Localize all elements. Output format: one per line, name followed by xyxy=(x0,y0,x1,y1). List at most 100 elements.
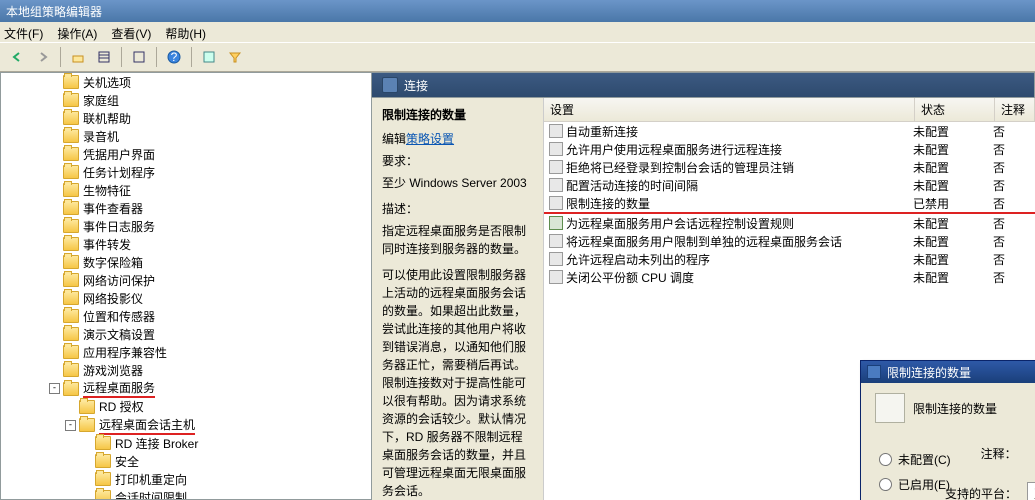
tree-item-label: RD 连接 Broker xyxy=(115,435,198,452)
setting-icon xyxy=(549,124,563,138)
list-item[interactable]: 限制连接的数量已禁用否 xyxy=(544,194,1035,212)
tree-item[interactable]: -远程桌面服务 xyxy=(1,380,371,398)
collapse-icon[interactable]: - xyxy=(49,383,60,394)
setting-icon xyxy=(549,270,563,284)
folder-icon xyxy=(95,472,111,486)
setting-name: 拒绝将已经登录到控制台会话的管理员注销 xyxy=(566,159,913,176)
up-button[interactable] xyxy=(67,46,89,68)
tree-item[interactable]: -远程桌面会话主机 xyxy=(1,416,371,434)
menubar: 文件(F) 操作(A) 查看(V) 帮助(H) xyxy=(0,22,1035,42)
tree-item[interactable]: 打印机重定向 xyxy=(1,470,371,488)
menu-file[interactable]: 文件(F) xyxy=(4,25,43,39)
col-note[interactable]: 注释 xyxy=(995,98,1035,121)
tree-item[interactable]: 联机帮助 xyxy=(1,109,371,127)
setting-status: 未配置 xyxy=(913,159,993,176)
svg-text:?: ? xyxy=(171,50,178,64)
tree-item[interactable]: 位置和传感器 xyxy=(1,307,371,325)
folder-icon xyxy=(63,255,79,269)
list-item[interactable]: 自动重新连接未配置否 xyxy=(544,122,1035,140)
list-header: 设置 状态 注释 xyxy=(544,98,1035,122)
folder-icon xyxy=(95,490,111,500)
tree-item[interactable]: 家庭组 xyxy=(1,91,371,109)
list-item[interactable]: 关闭公平份额 CPU 调度未配置否 xyxy=(544,268,1035,286)
tree-item-label: 打印机重定向 xyxy=(115,471,187,488)
tree-item[interactable]: 网络投影仪 xyxy=(1,289,371,307)
help-button[interactable]: ? xyxy=(163,46,185,68)
list-body: 自动重新连接未配置否允许用户使用远程桌面服务进行远程连接未配置否拒绝将已经登录到… xyxy=(544,122,1035,286)
tree-item-label: 事件日志服务 xyxy=(83,218,155,235)
radio-not-configured[interactable]: 未配置(C) xyxy=(879,451,951,468)
dialog-icon xyxy=(867,365,881,379)
setting-name: 允许用户使用远程桌面服务进行远程连接 xyxy=(566,141,913,158)
folder-icon xyxy=(63,165,79,179)
menu-help[interactable]: 帮助(H) xyxy=(165,25,206,39)
folder-icon xyxy=(63,129,79,143)
setting-note: 否 xyxy=(993,233,1033,250)
props-button[interactable] xyxy=(198,46,220,68)
tree-item[interactable]: 事件转发 xyxy=(1,235,371,253)
tree-item[interactable]: 应用程序兼容性 xyxy=(1,343,371,361)
folder-icon xyxy=(63,147,79,161)
tree-item[interactable]: 事件日志服务 xyxy=(1,217,371,235)
tree-item[interactable]: 安全 xyxy=(1,452,371,470)
folder-icon xyxy=(63,237,79,251)
header-icon xyxy=(382,77,398,93)
edit-policy-link[interactable]: 策略设置 xyxy=(406,132,454,146)
list-item[interactable]: 配置活动连接的时间间隔未配置否 xyxy=(544,176,1035,194)
folder-icon xyxy=(63,363,79,377)
tree-item[interactable]: 生物特征 xyxy=(1,181,371,199)
menu-view[interactable]: 查看(V) xyxy=(111,25,151,39)
tree-item[interactable]: 网络访问保护 xyxy=(1,271,371,289)
col-status[interactable]: 状态 xyxy=(915,98,995,121)
tree-item[interactable]: RD 连接 Broker xyxy=(1,434,371,452)
tree-item-label: 网络投影仪 xyxy=(83,290,143,307)
section-header: 连接 xyxy=(372,72,1035,98)
back-button[interactable] xyxy=(6,46,28,68)
list-item[interactable]: 拒绝将已经登录到控制台会话的管理员注销未配置否 xyxy=(544,158,1035,176)
folder-icon xyxy=(63,327,79,341)
folder-icon xyxy=(63,75,79,89)
tree-item[interactable]: 任务计划程序 xyxy=(1,163,371,181)
setting-name: 限制连接的数量 xyxy=(566,195,913,212)
tree-item[interactable]: 关机选项 xyxy=(1,73,371,91)
setting-icon xyxy=(549,196,563,210)
platform-value: 至少 Windows Server 2003 xyxy=(1027,482,1035,500)
setting-icon xyxy=(549,160,563,174)
tree-item[interactable]: 游戏浏览器 xyxy=(1,361,371,379)
folder-icon xyxy=(63,273,79,287)
folder-icon xyxy=(63,111,79,125)
tree-item[interactable]: 事件查看器 xyxy=(1,199,371,217)
setting-name: 关闭公平份额 CPU 调度 xyxy=(566,269,913,286)
tree-item-label: 联机帮助 xyxy=(83,110,131,127)
list-item[interactable]: 为远程桌面服务用户会话远程控制设置规则未配置否 xyxy=(544,214,1035,232)
folder-icon xyxy=(95,454,111,468)
dialog-heading: 限制连接的数量 xyxy=(913,400,997,417)
list-button[interactable] xyxy=(93,46,115,68)
platform-label: 支持的平台： xyxy=(945,485,1017,500)
col-setting[interactable]: 设置 xyxy=(544,98,915,121)
export-button[interactable] xyxy=(128,46,150,68)
tree-item[interactable]: 录音机 xyxy=(1,127,371,145)
tree-item[interactable]: RD 授权 xyxy=(1,398,371,416)
tree-item[interactable]: 凭据用户界面 xyxy=(1,145,371,163)
list-item[interactable]: 将远程桌面服务用户限制到单独的远程桌面服务会话未配置否 xyxy=(544,232,1035,250)
tree-item[interactable]: 数字保险箱 xyxy=(1,253,371,271)
folder-icon xyxy=(63,309,79,323)
tree-item[interactable]: 演示文稿设置 xyxy=(1,325,371,343)
menu-action[interactable]: 操作(A) xyxy=(57,25,97,39)
dialog-titlebar[interactable]: 限制连接的数量 xyxy=(861,361,1035,383)
collapse-icon[interactable]: - xyxy=(65,420,76,431)
list-item[interactable]: 允许远程启动未列出的程序未配置否 xyxy=(544,250,1035,268)
tree-item[interactable]: 会话时间限制 xyxy=(1,488,371,500)
filter-button[interactable] xyxy=(224,46,246,68)
radio-enabled[interactable]: 已启用(E) xyxy=(879,476,951,493)
setting-name: 配置活动连接的时间间隔 xyxy=(566,177,913,194)
tree: 关机选项家庭组联机帮助录音机凭据用户界面任务计划程序生物特征事件查看器事件日志服… xyxy=(1,73,371,500)
list-item[interactable]: 允许用户使用远程桌面服务进行远程连接未配置否 xyxy=(544,140,1035,158)
tree-item-label: 任务计划程序 xyxy=(83,164,155,181)
forward-button[interactable] xyxy=(32,46,54,68)
tree-pane[interactable]: 关机选项家庭组联机帮助录音机凭据用户界面任务计划程序生物特征事件查看器事件日志服… xyxy=(0,72,372,500)
setting-icon xyxy=(549,252,563,266)
setting-icon xyxy=(549,178,563,192)
titlebar: 本地组策略编辑器 xyxy=(0,0,1035,22)
